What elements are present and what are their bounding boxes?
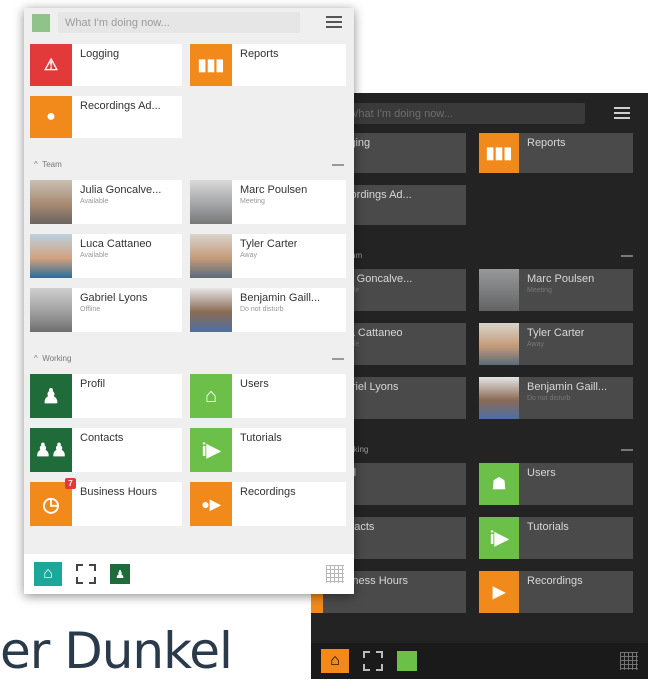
avatar	[190, 288, 232, 332]
tile-profil[interactable]: ♟ Profil	[30, 374, 182, 418]
tile-recordings[interactable]: ●▶ Recordings	[190, 482, 346, 526]
tile-reports[interactable]: ▮▮▮ Reports	[479, 133, 633, 173]
notification-badge: 7	[65, 478, 76, 489]
section-team-header[interactable]: ^ Team	[34, 160, 344, 169]
grid-icon[interactable]	[620, 652, 638, 670]
bottom-bar: ⌂ ♟	[24, 554, 354, 594]
caption-text: er Dunkel	[0, 622, 233, 680]
microphone-icon: ●▶	[190, 482, 232, 526]
tile-contacts[interactable]: ♟♟ Contacts	[30, 428, 182, 472]
tile-recordings[interactable]: ▶ Recordings	[479, 571, 633, 613]
profile-icon: ♟	[30, 374, 72, 418]
tile-users[interactable]: ⌂ Users	[190, 374, 346, 418]
avatar	[479, 323, 519, 365]
team-icon[interactable]: ♟	[110, 564, 130, 584]
fullscreen-icon[interactable]	[363, 651, 383, 671]
contacts-icon: ♟♟	[30, 428, 72, 472]
clock-icon: ◷ 7	[30, 478, 76, 526]
avatar	[479, 377, 519, 419]
contact-tyler[interactable]: Tyler Carter Away	[479, 323, 633, 365]
contact-julia[interactable]: Julia Goncalve...Available	[30, 180, 182, 224]
tile-business-hours[interactable]: ◷ 7 Business Hours	[30, 478, 182, 526]
dark-theme-screen: What I'm doing now... Logging ▮▮▮ Report…	[311, 93, 648, 679]
fullscreen-icon[interactable]	[76, 564, 96, 584]
section-working-header[interactable]: rking	[351, 445, 633, 454]
contact-luca[interactable]: Luca CattaneoAvailable	[30, 234, 182, 278]
grid-icon[interactable]	[326, 565, 344, 583]
avatar	[30, 180, 72, 224]
tile-tutorials[interactable]: i▶ Tutorials	[190, 428, 346, 472]
team-icon[interactable]	[397, 651, 417, 671]
collapse-icon[interactable]	[621, 254, 633, 257]
menu-icon[interactable]	[614, 107, 630, 120]
avatar	[30, 288, 72, 332]
logging-icon: ⚠	[30, 44, 72, 86]
status-input[interactable]: What I'm doing now...	[341, 103, 585, 124]
avatar	[190, 234, 232, 278]
contact-benjamin[interactable]: Benjamin Gaill... Do not disturb	[190, 288, 346, 332]
tutorials-icon: i▶	[479, 517, 519, 559]
status-input[interactable]: What I'm doing now...	[58, 12, 300, 33]
tile-logging[interactable]: ⚠ Logging	[30, 44, 182, 86]
users-icon: ☗	[479, 463, 519, 505]
contact-benjamin[interactable]: Benjamin Gaill... Do not disturb	[479, 377, 633, 419]
chevron-up-icon[interactable]: ^	[34, 354, 42, 363]
contact-marc[interactable]: Marc Poulsen Meeting	[479, 269, 633, 311]
reports-icon: ▮▮▮	[479, 133, 519, 173]
reports-icon: ▮▮▮	[190, 44, 232, 86]
users-icon: ⌂	[190, 374, 232, 418]
collapse-icon[interactable]	[332, 163, 344, 166]
section-working-header[interactable]: ^ Working	[34, 354, 344, 363]
contact-gabriel[interactable]: Gabriel LyonsOffline	[30, 288, 182, 332]
chevron-up-icon[interactable]: ^	[34, 160, 42, 169]
tutorials-icon: i▶	[190, 428, 232, 472]
tile-reports[interactable]: ▮▮▮ Reports	[190, 44, 346, 86]
collapse-icon[interactable]	[621, 448, 633, 451]
contact-tyler[interactable]: Tyler Carter Away	[190, 234, 346, 278]
microphone-icon: ▶	[479, 571, 519, 613]
section-team-header[interactable]: am	[351, 251, 633, 260]
home-icon[interactable]: ⌂	[34, 562, 62, 586]
menu-icon[interactable]	[326, 16, 342, 29]
avatar	[30, 234, 72, 278]
tile-tutorials[interactable]: i▶ Tutorials	[479, 517, 633, 559]
contact-marc[interactable]: Marc Poulsen Meeting	[190, 180, 346, 224]
microphone-icon: ●	[30, 96, 72, 138]
light-theme-screen: What I'm doing now... ⚠ Logging ▮▮▮ Repo…	[24, 8, 354, 594]
collapse-icon[interactable]	[332, 357, 344, 360]
avatar	[190, 180, 232, 224]
avatar	[479, 269, 519, 311]
home-icon[interactable]: ⌂	[321, 649, 349, 673]
tile-recordings-admin[interactable]: ● Recordings Ad...	[30, 96, 182, 138]
tile-users[interactable]: ☗ Users	[479, 463, 633, 505]
status-indicator[interactable]	[32, 14, 50, 32]
bottom-bar: ⌂	[311, 643, 648, 679]
